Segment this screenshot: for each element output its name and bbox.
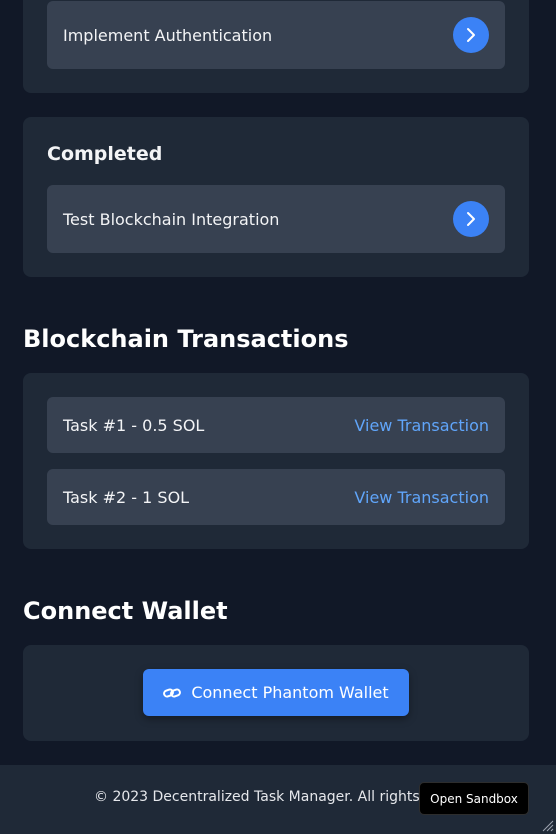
task-title: Test Blockchain Integration <box>63 209 280 229</box>
page: Implement Authentication Completed Test … <box>0 0 556 834</box>
view-transaction-link[interactable]: View Transaction <box>354 488 489 507</box>
view-transaction-link[interactable]: View Transaction <box>354 416 489 435</box>
chevron-right-icon <box>467 212 475 226</box>
connect-wallet-button[interactable]: Connect Phantom Wallet <box>143 669 409 716</box>
wallet-title: Connect Wallet <box>23 597 228 625</box>
transaction-label: Task #1 - 0.5 SOL <box>63 415 205 435</box>
in-progress-card: Implement Authentication <box>23 0 529 93</box>
task-item[interactable]: Test Blockchain Integration <box>47 185 505 253</box>
open-sandbox-button[interactable]: Open Sandbox <box>419 782 529 815</box>
task-item[interactable]: Implement Authentication <box>47 1 505 69</box>
wallet-card: Connect Phantom Wallet <box>23 645 529 741</box>
footer: © 2023 Decentralized Task Manager. All r… <box>0 765 556 834</box>
completed-card: Completed Test Blockchain Integration <box>23 117 529 277</box>
transactions-card: Task #1 - 0.5 SOL View Transaction Task … <box>23 373 529 549</box>
link-icon <box>163 687 182 698</box>
transactions-title: Blockchain Transactions <box>23 325 349 353</box>
open-task-button[interactable] <box>453 201 489 237</box>
transaction-label: Task #2 - 1 SOL <box>63 487 190 507</box>
transaction-item: Task #1 - 0.5 SOL View Transaction <box>47 397 505 453</box>
task-title: Implement Authentication <box>63 25 273 45</box>
completed-heading: Completed <box>47 143 163 165</box>
resize-grip-icon[interactable] <box>542 820 554 832</box>
chevron-right-icon <box>467 28 475 42</box>
connect-wallet-label: Connect Phantom Wallet <box>191 683 389 702</box>
open-task-button[interactable] <box>453 17 489 53</box>
transaction-item: Task #2 - 1 SOL View Transaction <box>47 469 505 525</box>
